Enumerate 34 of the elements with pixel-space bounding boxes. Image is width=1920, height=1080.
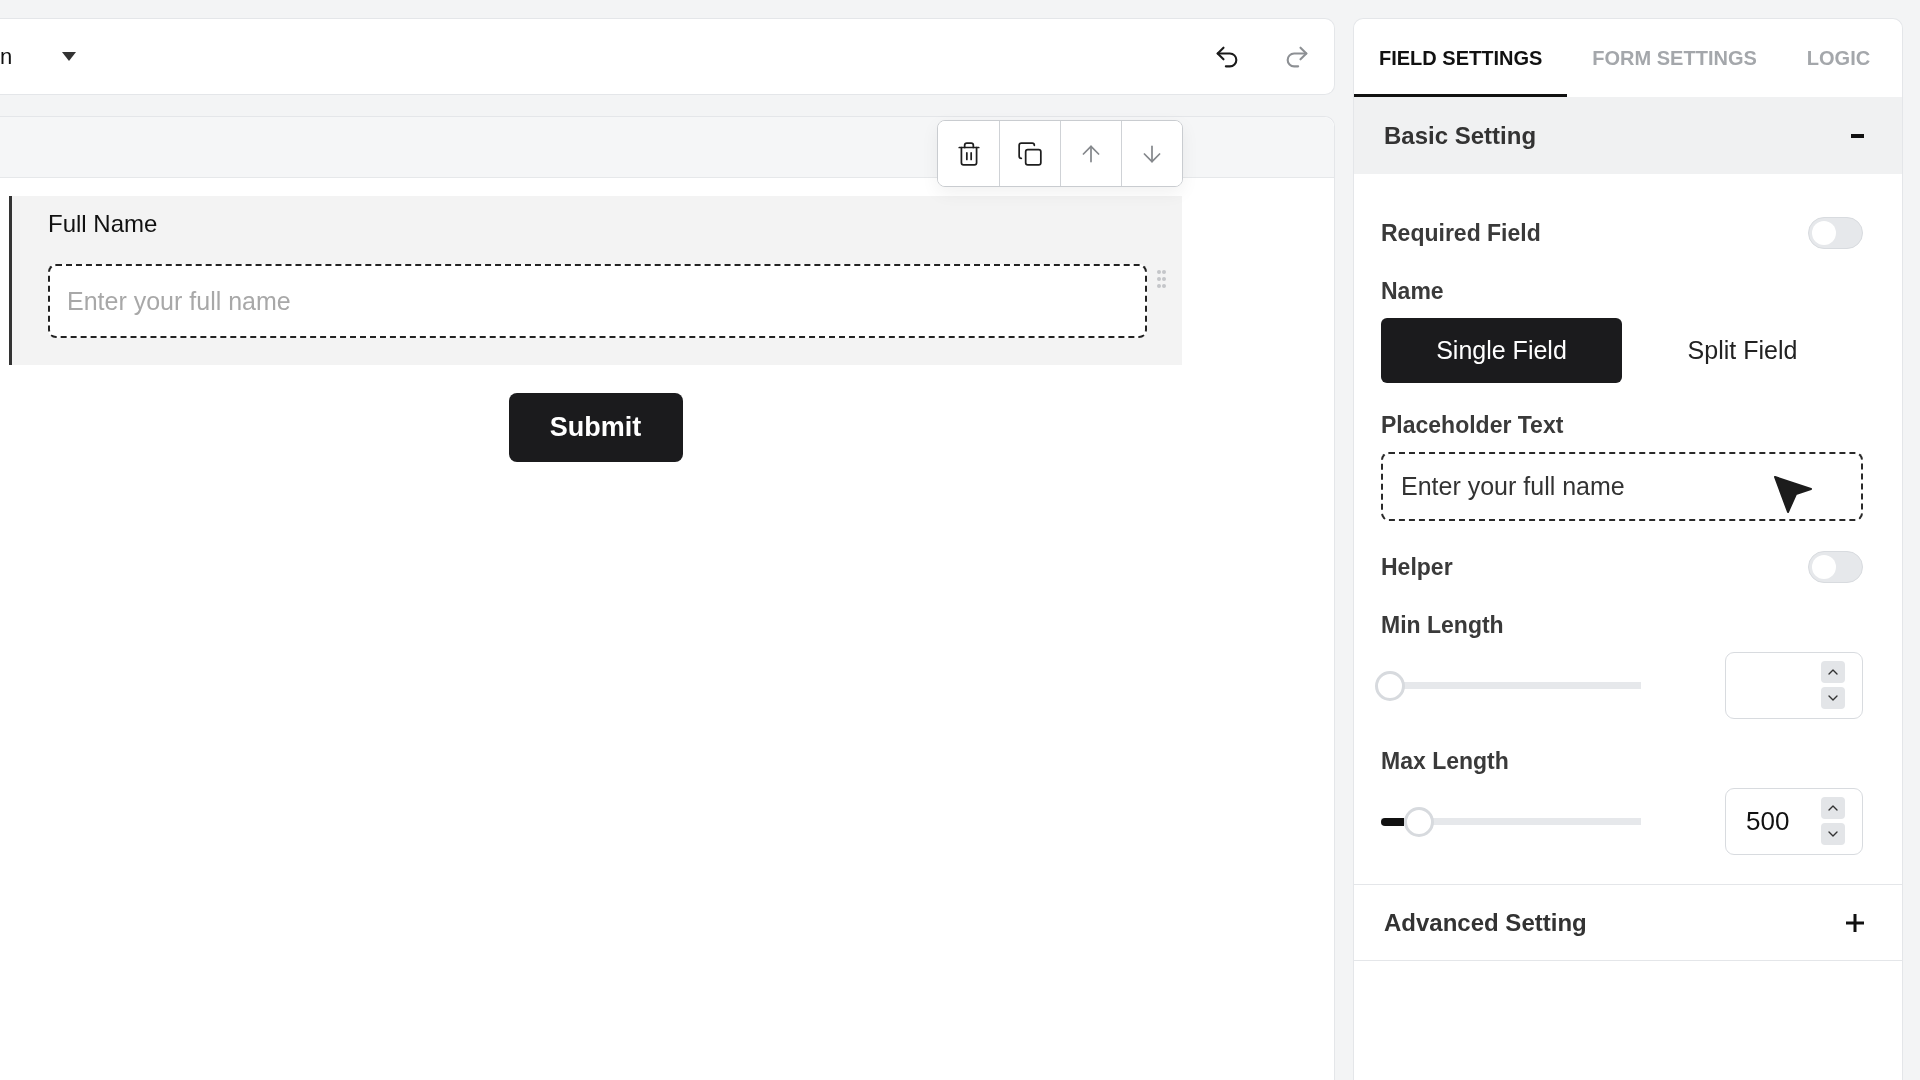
increment-button[interactable] xyxy=(1821,661,1845,683)
delete-button[interactable] xyxy=(938,121,999,186)
trash-icon xyxy=(955,140,982,167)
duplicate-button[interactable] xyxy=(999,121,1060,186)
increment-button[interactable] xyxy=(1821,797,1845,819)
decrement-button[interactable] xyxy=(1821,823,1845,845)
input-field[interactable]: Enter your full name xyxy=(48,264,1147,338)
text-field[interactable]: Enter your full name xyxy=(1381,452,1863,521)
slider-fill xyxy=(1381,817,1405,826)
drag-handle-icon[interactable] xyxy=(1157,270,1166,288)
mouse-pointer-icon xyxy=(1773,474,1813,514)
decrement-button[interactable] xyxy=(1821,687,1845,709)
toggle-switch[interactable] xyxy=(1808,217,1863,249)
minus-icon xyxy=(1851,133,1864,138)
caret-down-icon xyxy=(62,52,77,61)
section-header[interactable]: Advanced Setting xyxy=(1354,884,1902,961)
form-field-block[interactable]: Full Name Enter your full name xyxy=(9,196,1182,365)
setting-label: Max Length xyxy=(1381,749,1510,773)
segment-option[interactable]: Single Field xyxy=(1381,318,1622,383)
setting-label: Required Field xyxy=(1381,221,1541,245)
setting-label: Helper xyxy=(1381,555,1453,579)
setting-label: Min Length xyxy=(1381,613,1505,637)
plus-icon xyxy=(1846,913,1864,932)
slider-thumb[interactable] xyxy=(1375,670,1405,701)
segment-option[interactable]: Split Field xyxy=(1622,318,1863,383)
dropdown[interactable]: n xyxy=(0,43,77,70)
setting-label: Placeholder Text xyxy=(1381,413,1565,437)
section-header[interactable]: Basic Setting xyxy=(1354,97,1902,174)
copy-icon xyxy=(1017,140,1043,167)
setting-label: Name xyxy=(1381,279,1445,303)
field-label: Full Name xyxy=(48,211,159,237)
submit-button[interactable]: Submit xyxy=(508,393,683,462)
toggle-switch[interactable] xyxy=(1808,551,1863,583)
slider-thumb[interactable] xyxy=(1404,806,1435,837)
